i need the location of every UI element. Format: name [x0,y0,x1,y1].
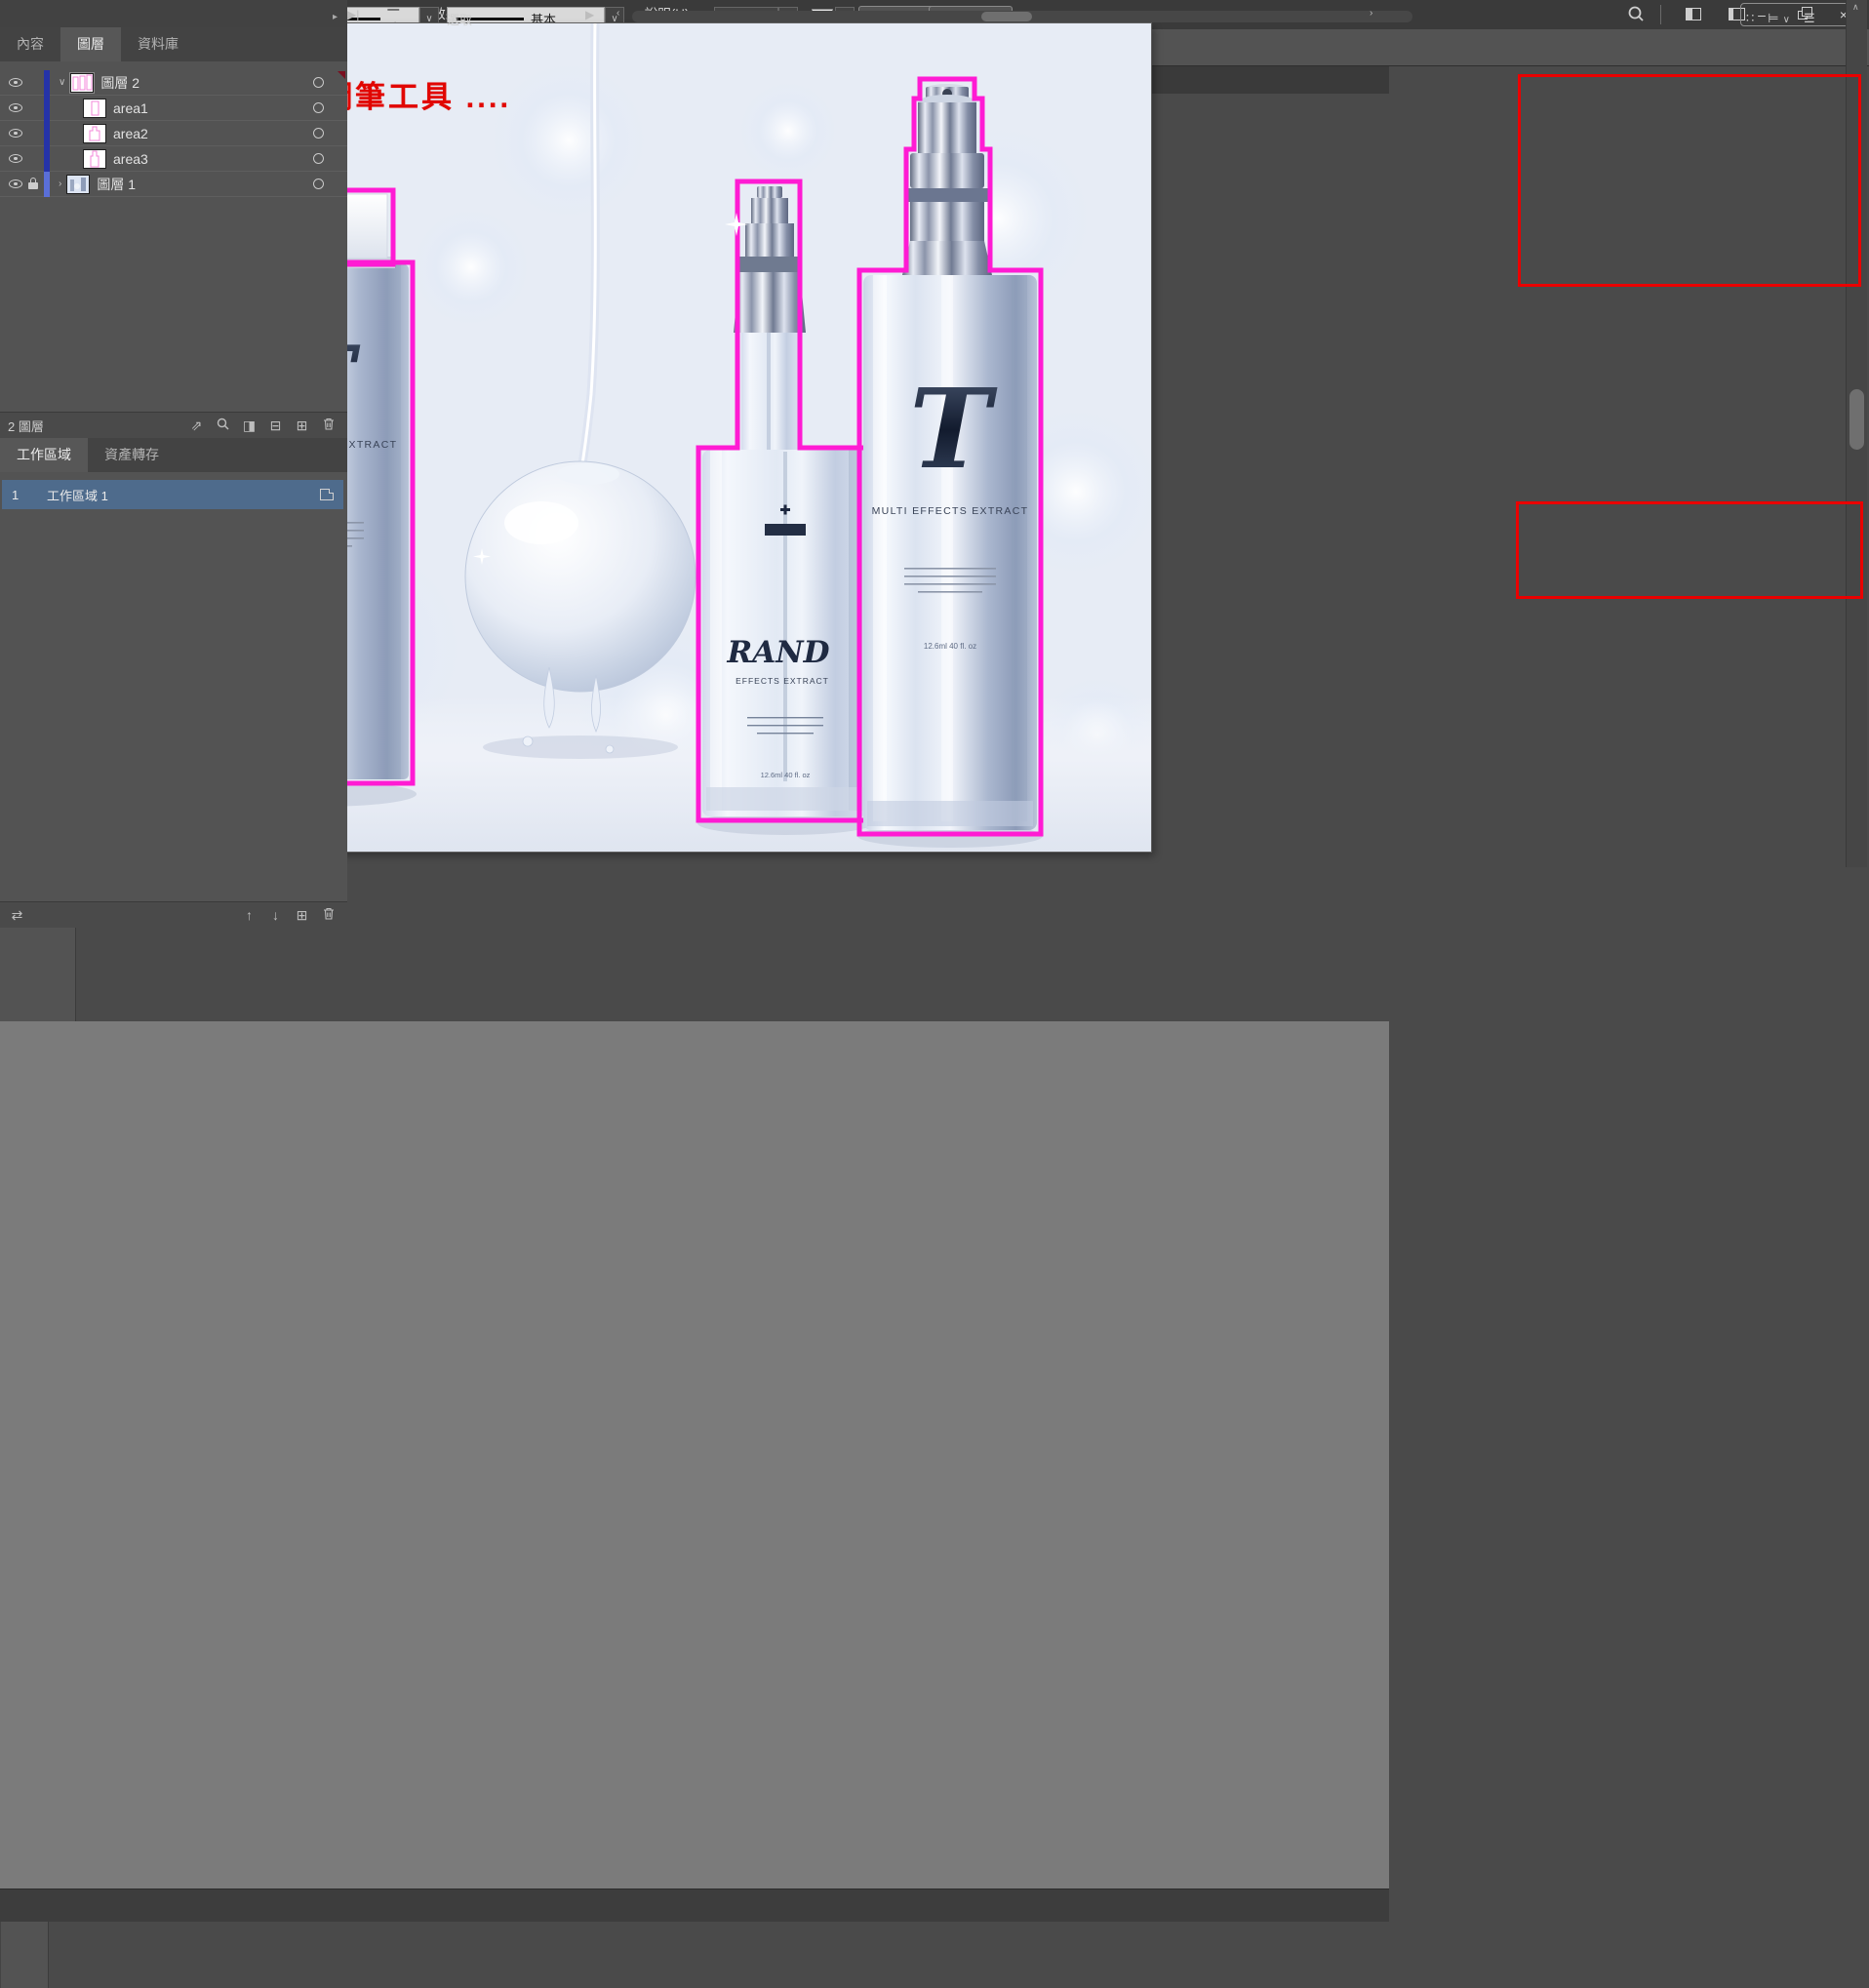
touch-workspace-icon[interactable]: ∷ [1746,11,1754,26]
layers-panel-footer: 2 圖層 ⇗ ◨ ⊟ ⊞ [0,412,347,438]
layer-name[interactable]: area2 [113,126,148,141]
illustrator-window: { "window": { "app_badge": "Ai", "menu_i… [0,0,1869,994]
collect-for-export-icon[interactable]: ⇗ [183,417,210,434]
horizontal-scrollbar[interactable] [632,11,1412,22]
canvas-area[interactable]: T MULTI EFFECTS EXTRACT [0,1021,1389,1889]
selection-color-bar [44,70,50,96]
selection-indicator [338,71,345,79]
layers-panel-tabs: 內容 圖層 資料庫 ☰ [0,27,347,61]
tab-properties[interactable]: 內容 [0,27,60,61]
new-artboard-icon[interactable]: ⊞ [289,907,315,924]
horizontal-scrollbar-thumb[interactable] [981,12,1032,21]
layer-name[interactable]: area1 [113,100,148,116]
controlbar-right-icons: ∷ ⊨∨ ☰ [1746,0,1815,37]
artboards-panel-tabs: 工作區域 資產轉存 ☰ [0,438,347,472]
tab-asset-export[interactable]: 資產轉存 [88,438,176,472]
make-clipping-mask-icon[interactable]: ◨ [236,417,262,434]
layer-thumbnail[interactable] [66,175,90,194]
visibility-icon[interactable] [9,179,22,188]
layer-thumbnail[interactable] [83,99,106,118]
layer-thumbnail[interactable] [70,73,94,93]
status-tool-hint: 選取 [447,10,472,28]
search-icon[interactable] [1627,5,1645,25]
artboards-panel-body: 1 工作區域 1 ⇄ ↑ ↓ ⊞ [0,472,347,928]
layer-name[interactable]: area3 [113,151,148,167]
visibility-icon[interactable] [9,154,22,163]
status-bar: 100%∨ 0°∨ |◀ ◀ 1∨ ▶ ▶| 選取 ▶ ‹ › [0,1889,1389,1922]
artboard-page-icon[interactable] [320,489,334,500]
layer-row-area1[interactable]: area1 [0,96,347,121]
layer-thumbnail[interactable] [83,124,106,143]
target-circle[interactable] [313,153,324,164]
visibility-icon[interactable] [9,103,22,112]
artboard-name[interactable]: 工作區域 1 [47,486,108,504]
move-down-icon[interactable]: ↓ [262,907,289,923]
tab-artboards[interactable]: 工作區域 [0,438,88,472]
artboards-panel-footer: ⇄ ↑ ↓ ⊞ [0,901,347,928]
artboard-index: 1 [12,488,47,502]
tab-layers[interactable]: 圖層 [60,27,121,61]
scroll-right-icon[interactable]: › [1370,8,1372,19]
chevron-right-icon[interactable]: › [59,179,61,189]
layer-name[interactable]: 圖層 1 [97,175,136,194]
new-layer-icon[interactable]: ⊞ [289,417,315,434]
dock-header: ▸ [0,0,347,27]
layers-panel-body: ∨ 圖層 2 area1 a [0,61,347,412]
arrange-documents-icon[interactable] [1686,8,1701,20]
move-up-icon[interactable]: ↑ [236,907,262,923]
collapsed-panels-strip: « ⊛ i ↺ ⊚ ◔ ≡ ◐ ◌ ⊡ ≣ ◱ ▶ ∞ ⊞ A| ¶ O [0,1922,49,1988]
rearrange-artboards-icon[interactable]: ⇄ [4,907,30,924]
panel-menu-icon[interactable]: ☰ [1804,11,1815,26]
layer-row-area2[interactable]: area2 [0,121,347,146]
lock-icon[interactable] [22,179,44,189]
target-circle[interactable] [313,102,324,113]
tab-libraries[interactable]: 資料庫 [121,27,195,61]
layer-thumbnail[interactable] [83,149,106,169]
selection-color-bar [44,121,50,146]
layer-name[interactable]: 圖層 2 [100,73,139,93]
annotation-red-box-layers [1518,74,1861,287]
new-sublayer-icon[interactable]: ⊟ [262,417,289,434]
collapse-dock-icon[interactable]: ▸ [333,12,338,22]
delete-layer-icon[interactable] [315,417,341,433]
selection-color-bar [44,146,50,172]
artboard-row[interactable]: 1 工作區域 1 [2,480,343,509]
visibility-icon[interactable] [9,78,22,87]
delete-artboard-icon[interactable] [315,907,341,923]
divider [1660,5,1661,24]
chevron-down-icon[interactable]: ∨ [59,77,65,88]
annotation-red-box-artboards [1516,501,1863,599]
status-expand-icon[interactable]: ▶ [585,8,594,21]
scroll-left-icon[interactable]: ‹ [616,8,619,19]
visibility-icon[interactable] [9,129,22,138]
layer-row-layer2[interactable]: ∨ 圖層 2 [0,70,347,96]
last-artboard-icon[interactable]: ▶| [347,8,359,21]
snap-options-icon[interactable]: ⊨∨ [1768,11,1790,26]
layer-row-area3[interactable]: area3 [0,146,347,172]
selection-color-bar [44,96,50,121]
layer-row-layer1[interactable]: › 圖層 1 [0,172,347,197]
target-circle[interactable] [313,179,324,189]
target-circle[interactable] [313,128,324,139]
locate-object-icon[interactable] [210,417,236,433]
selection-color-bar [44,172,50,197]
target-circle[interactable] [313,77,324,88]
layer-count: 2 圖層 [8,417,44,435]
